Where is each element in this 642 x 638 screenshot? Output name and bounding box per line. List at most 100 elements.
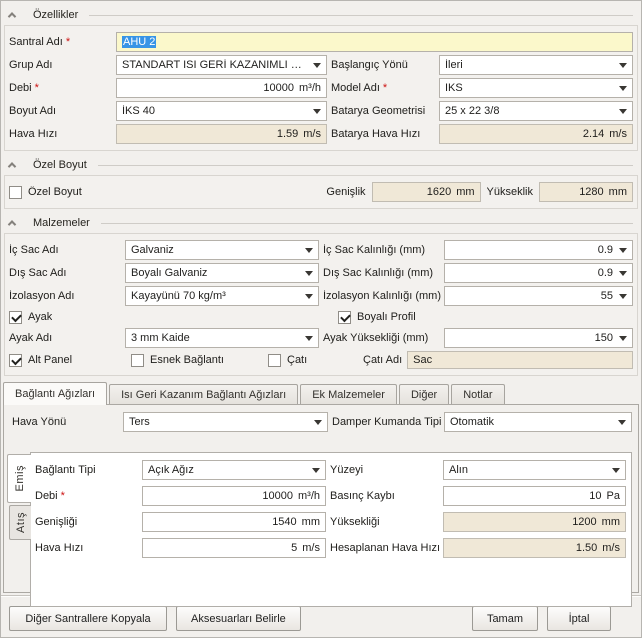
ic-sac-adi-label: İç Sac Adı [9,244,125,256]
collapse-chevron-icon [8,220,16,228]
baglanti-tipi-select[interactable]: Açık Ağız [142,460,326,480]
section-header-malzemeler[interactable]: Malzemeler [1,213,641,233]
panel-debi-input[interactable]: 10000m³/h [142,486,326,506]
ayak-checkbox[interactable]: Ayak [9,311,338,324]
genislik-label: Genişlik [326,186,365,198]
row-grup-adi: Grup Adı STANDART ISI GERİ KAZANIMLI KL.… [9,55,633,75]
panel-hava-hizi-input[interactable]: 5m/s [142,538,326,558]
cancel-button[interactable]: İptal [547,606,611,631]
select-accessories-button[interactable]: Aksesuarları Belirle [176,606,301,631]
chevron-down-icon [612,468,620,473]
copy-to-other-units-button[interactable]: Diğer Santrallere Kopyala [9,606,167,631]
checkbox-icon [131,354,144,367]
genislik-field: 1620mm [372,182,481,202]
debi-label: Debi* [9,82,108,94]
model-adi-select[interactable]: IKS [439,78,633,98]
ozel-boyut-checkbox[interactable]: Özel Boyut [9,186,82,199]
ok-button[interactable]: Tamam [472,606,538,631]
damper-kumanda-tipi-label: Damper Kumanda Tipi [332,416,444,428]
row-genisligi: Genişliği 1540mm Yüksekliği 1200mm [35,512,626,532]
required-marker: * [383,82,387,94]
model-adi-label: Model Adı* [331,82,439,94]
basinc-kaybi-unit: Pa [607,490,620,502]
grup-adi-select[interactable]: STANDART ISI GERİ KAZANIMLI KL... [116,55,327,75]
side-tab-emis[interactable]: Emiş [7,454,31,503]
chevron-down-icon [305,248,313,253]
chevron-down-icon [619,294,627,299]
row-boyut-adi: Boyut Adı İKS 40 Batarya Geometrisi 25 x… [9,101,633,121]
row-ayak-adi: Ayak Adı 3 mm Kaide Ayak Yüksekliği (mm)… [9,328,633,348]
hesaplanan-hava-hizi-field: 1.50m/s [443,538,626,558]
section-title: Özel Boyut [24,159,87,171]
ic-sac-adi-select[interactable]: Galvaniz [125,240,319,260]
section-header-ozellikler[interactable]: Özellikler [1,5,641,25]
dis-sac-adi-select[interactable]: Boyalı Galvaniz [125,263,319,283]
damper-kumanda-tipi-select[interactable]: Otomatik [444,412,632,432]
tabpage-baglanti-agizlari: Hava Yönü Ters Damper Kumanda Tipi Otoma… [3,404,639,593]
chevron-down-icon [305,294,313,299]
yuzeyi-select[interactable]: Alın [443,460,626,480]
yukseklik-field: 1280mm [539,182,633,202]
ic-sac-kalinligi-select[interactable]: 0.9 [444,240,633,260]
section-title: Özellikler [24,9,78,21]
chevron-down-icon [619,86,627,91]
batarya-geometrisi-label: Batarya Geometrisi [331,105,439,117]
boyut-adi-label: Boyut Adı [9,105,108,117]
side-tab-atis[interactable]: Atış [9,505,31,540]
cati-checkbox[interactable]: Çatı [268,354,363,367]
boyali-profil-checkbox[interactable]: Boyalı Profil [338,311,416,324]
batarya-geometrisi-select[interactable]: 25 x 22 3/8 [439,101,633,121]
izolasyon-kalinligi-select[interactable]: 55 [444,286,633,306]
row-panel-debi: Debi* 10000m³/h Basınç Kaybı 10Pa [35,486,626,506]
debi-input[interactable]: 10000m³/h [116,78,327,98]
yukseklik-unit: mm [609,186,627,198]
esnek-baglanti-checkbox-label: Esnek Bağlantı [150,354,224,366]
dis-sac-kalinligi-select[interactable]: 0.9 [444,263,633,283]
row-dis-sac: Dış Sac Adı Boyalı Galvaniz Dış Sac Kalı… [9,263,633,283]
tab-baglanti-agizlari[interactable]: Bağlantı Ağızları [3,382,107,405]
tab-isi-geri-kazanim-baglanti-agizlari[interactable]: Isı Geri Kazanım Bağlantı Ağızları [109,384,298,404]
cati-checkbox-label: Çatı [287,354,307,366]
selected-text: AHU 2 [122,36,156,48]
chevron-down-icon [619,63,627,68]
hava-yonu-select[interactable]: Ters [123,412,328,432]
cati-adi-field: Sac [407,351,633,369]
hesaplanan-hava-hizi-unit: m/s [602,542,620,554]
chevron-down-icon [305,271,313,276]
chevron-down-icon [618,420,626,425]
checkbox-icon [338,311,351,324]
alt-panel-checkbox[interactable]: Alt Panel [9,354,131,367]
santral-adi-input[interactable]: AHU 2 [116,32,633,52]
yukseklik-label: Yükseklik [487,186,533,198]
malzemeler-box: İç Sac Adı Galvaniz İç Sac Kalınlığı (mm… [4,233,638,376]
ayak-yuksekligi-select[interactable]: 150 [444,328,633,348]
tab-notlar[interactable]: Notlar [451,384,504,404]
baslangic-yonu-select[interactable]: İleri [439,55,633,75]
izolasyon-kalinligi-label: İzolasyon Kalınlığı (mm) [323,290,444,302]
chevron-down-icon [314,420,322,425]
boyut-adi-select[interactable]: İKS 40 [116,101,327,121]
baslangic-yonu-label: Başlangıç Yönü [331,59,439,71]
genisligi-unit: mm [302,516,320,528]
checkbox-icon [9,186,22,199]
ozel-boyut-box: Özel Boyut Genişlik 1620mm Yükseklik 128… [4,175,638,209]
section-header-ozel-boyut[interactable]: Özel Boyut [1,155,641,175]
required-marker: * [66,36,70,48]
row-panel-hava-hizi: Hava Hızı 5m/s Hesaplanan Hava Hızı 1.50… [35,538,626,558]
yuzeyi-label: Yüzeyi [330,464,443,476]
ayak-adi-select[interactable]: 3 mm Kaide [125,328,319,348]
row-izolasyon: İzolasyon Adı Kayayünü 70 kg/m³ İzolasyo… [9,286,633,306]
chevron-down-icon [619,271,627,276]
checkbox-icon [9,354,22,367]
genisligi-input[interactable]: 1540mm [142,512,326,532]
chevron-down-icon [619,336,627,341]
yuksekligi-label: Yüksekliği [330,516,443,528]
panel-debi-label: Debi* [35,490,142,502]
izolasyon-adi-select[interactable]: Kayayünü 70 kg/m³ [125,286,319,306]
hava-hizi-label: Hava Hızı [9,128,108,140]
tab-ek-malzemeler[interactable]: Ek Malzemeler [300,384,397,404]
tab-diger[interactable]: Diğer [399,384,449,404]
basinc-kaybi-input[interactable]: 10Pa [443,486,626,506]
dis-sac-adi-label: Dış Sac Adı [9,267,125,279]
esnek-baglanti-checkbox[interactable]: Esnek Bağlantı [131,354,268,367]
